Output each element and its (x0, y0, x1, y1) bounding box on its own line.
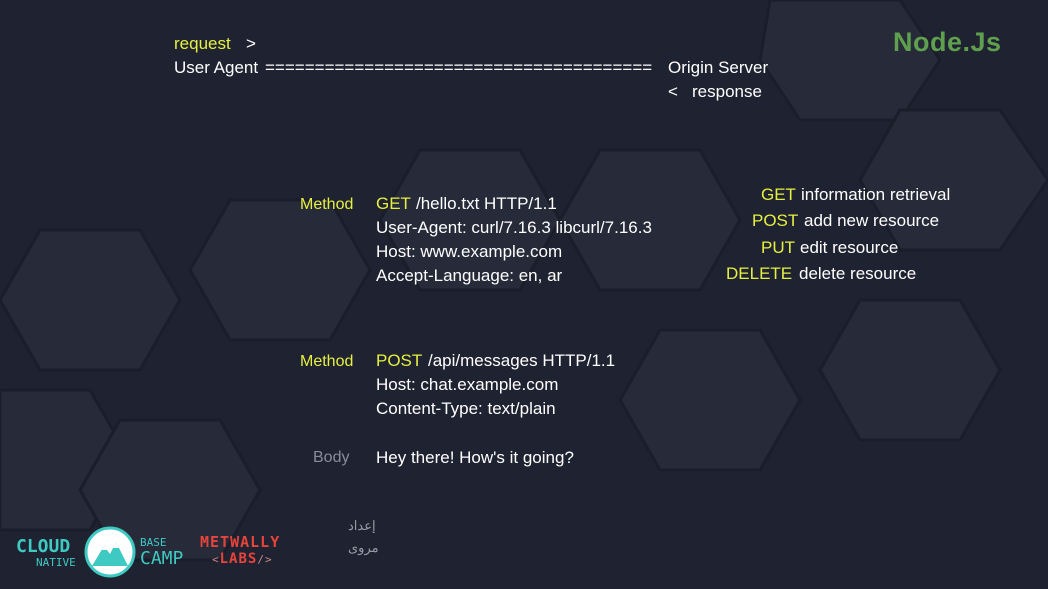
signature-line-1: إعداد (348, 519, 376, 534)
post-method-label: Method (300, 353, 354, 370)
method-name: PUT (761, 238, 795, 257)
origin-server-label: Origin Server (668, 58, 769, 77)
get-request-line: /hello.txt HTTP/1.1 (416, 194, 557, 213)
method-desc: delete resource (799, 264, 917, 283)
post-method: POST (376, 351, 423, 370)
user-agent-label: User Agent (174, 58, 259, 77)
signature-line-2: مروى (348, 541, 379, 556)
method-name: DELETE (726, 264, 793, 283)
response-label: response (692, 82, 762, 101)
request-label: request (174, 34, 231, 53)
method-desc: add new resource (804, 211, 940, 230)
get-header: Accept-Language: en, ar (376, 266, 563, 285)
method-desc: edit resource (800, 238, 899, 257)
request-arrow: > (246, 34, 256, 53)
native-text: NATIVE (36, 556, 76, 569)
post-header: Host: chat.example.com (376, 375, 559, 394)
post-header: Content-Type: text/plain (376, 399, 556, 418)
metwally-text: METWALLY (200, 533, 281, 551)
connector-line: ======================================= (265, 58, 653, 77)
nodejs-logo: Node.Js (893, 27, 1002, 57)
body-text: Hey there! How's it going? (376, 448, 574, 467)
labs-text: LABS (219, 551, 258, 567)
get-method: GET (376, 194, 411, 213)
labs-bracket-left: < (212, 553, 220, 566)
get-header: Host: www.example.com (376, 242, 563, 261)
response-arrow: < (668, 82, 678, 101)
cloud-text: CLOUD (16, 536, 71, 557)
post-request-line: /api/messages HTTP/1.1 (428, 351, 616, 370)
labs-bracket-right: /> (257, 553, 273, 566)
get-method-label: Method (300, 196, 354, 213)
metwally-labs-logo: METWALLY <LABS/> (200, 533, 280, 567)
hexagon-background (0, 0, 1048, 562)
get-header: User-Agent: curl/7.16.3 libcurl/7.16.3 (376, 218, 652, 237)
method-name: GET (761, 185, 796, 204)
signature: إعداد مروى (348, 516, 379, 560)
method-name: POST (752, 211, 799, 230)
method-desc: information retrieval (801, 185, 951, 204)
camp-text: CAMP (140, 548, 184, 569)
mountain-icon (84, 526, 136, 578)
body-label: Body (313, 449, 350, 466)
